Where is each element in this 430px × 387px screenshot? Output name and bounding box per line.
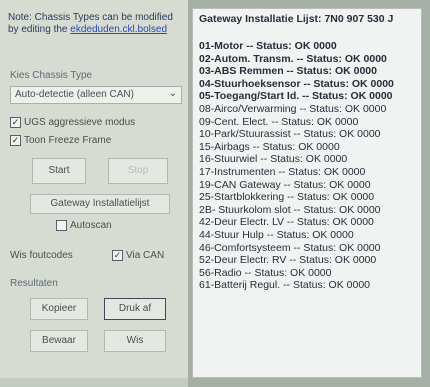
- via-can-label: Via CAN: [126, 250, 165, 261]
- list-item: 17-Instrumenten -- Status: OK 0000: [199, 165, 366, 178]
- list-item: 05-Toegang/Start Id. -- Status: OK 0000: [199, 90, 393, 103]
- checkmark-icon: ✓: [10, 117, 21, 128]
- list-item: 25-Startblokkering -- Status: OK 0000: [199, 191, 375, 204]
- save-button[interactable]: Bewaar: [30, 330, 88, 352]
- list-item: 15-Airbags -- Status: OK 0000: [199, 140, 340, 153]
- print-button[interactable]: Druk af: [104, 298, 166, 320]
- chassis-type-label: Kies Chassis Type: [10, 70, 93, 81]
- start-button[interactable]: Start: [32, 158, 86, 184]
- list-item: 44-Stuur Hulp -- Status: OK 0000: [199, 228, 354, 241]
- via-can-checkbox[interactable]: ✓ Via CAN: [112, 250, 164, 261]
- autoscan-checkbox[interactable]: Autoscan: [56, 220, 112, 231]
- list-item: 01-Motor -- Status: OK 0000: [199, 40, 337, 52]
- chassis-type-select[interactable]: Auto-detectie (alleen CAN) ⌄: [10, 86, 182, 104]
- chassis-type-value: Auto-detectie (alleen CAN): [15, 89, 134, 100]
- copy-button[interactable]: Kopieer: [30, 298, 88, 320]
- results-header: Gateway Installatie Lijst: 7N0 907 530 J: [199, 13, 394, 25]
- stop-button[interactable]: Stop: [108, 158, 168, 184]
- list-item: 52-Deur Electr. RV -- Status: OK 0000: [199, 254, 377, 267]
- results-label: Resultaten: [10, 278, 58, 289]
- checkmark-icon: ✓: [112, 250, 123, 261]
- note-link[interactable]: ekdeduden.ckl.bolsed: [70, 24, 167, 35]
- list-item: 19-CAN Gateway -- Status: OK 0000: [199, 178, 371, 191]
- checkmark-icon: ✓: [10, 135, 21, 146]
- clear-codes-text[interactable]: Wis foutcodes: [10, 250, 73, 261]
- list-item: 10-Park/Stuurassist -- Status: OK 0000: [199, 128, 381, 141]
- chassis-note: Note: Chassis Types can be modified by e…: [8, 12, 184, 36]
- list-item: 02-Autom. Transm. -- Status: OK 0000: [199, 52, 387, 65]
- ugs-aggressive-label: UGS aggressieve modus: [24, 117, 136, 128]
- freeze-frame-label: Toon Freeze Frame: [24, 135, 112, 146]
- clear-button[interactable]: Wis: [104, 330, 166, 352]
- footer-bar: [0, 378, 188, 387]
- results-area: Gateway Installatie Lijst: 7N0 907 530 J…: [188, 0, 430, 387]
- results-list[interactable]: Gateway Installatie Lijst: 7N0 907 530 J…: [192, 8, 422, 378]
- chevron-down-icon: ⌄: [168, 88, 177, 99]
- list-item: 03-ABS Remmen -- Status: OK 0000: [199, 65, 377, 78]
- gateway-list-button[interactable]: Gateway Installatielijst: [30, 194, 170, 214]
- list-item: 61-Batterij Regul. -- Status: OK 0000: [199, 279, 370, 292]
- results-rows: 01-Motor -- Status: OK 0000 02-Autom. Tra…: [199, 40, 415, 292]
- list-item: 09-Cent. Elect. -- Status: OK 0000: [199, 115, 359, 128]
- control-panel: Note: Chassis Types can be modified by e…: [0, 0, 188, 387]
- checkbox-empty-icon: [56, 220, 67, 231]
- list-item: 08-Airco/Verwarming -- Status: OK 0000: [199, 102, 387, 115]
- list-item: 04-Stuurhoeksensor -- Status: OK 0000: [199, 77, 394, 90]
- list-item: 42-Deur Electr. LV -- Status: OK 0000: [199, 216, 374, 229]
- list-item: 46-Comfortsysteem -- Status: OK 0000: [199, 241, 381, 254]
- freeze-frame-checkbox[interactable]: ✓ Toon Freeze Frame: [10, 135, 111, 146]
- autoscan-label: Autoscan: [70, 220, 112, 231]
- list-item: 16-Stuurwiel -- Status: OK 0000: [199, 153, 348, 166]
- list-item: 56-Radio -- Status: OK 0000: [199, 266, 332, 279]
- ugs-aggressive-checkbox[interactable]: ✓ UGS aggressieve modus: [10, 117, 135, 128]
- list-item: 2B- Stuurkolom slot -- Status: OK 0000: [199, 203, 381, 216]
